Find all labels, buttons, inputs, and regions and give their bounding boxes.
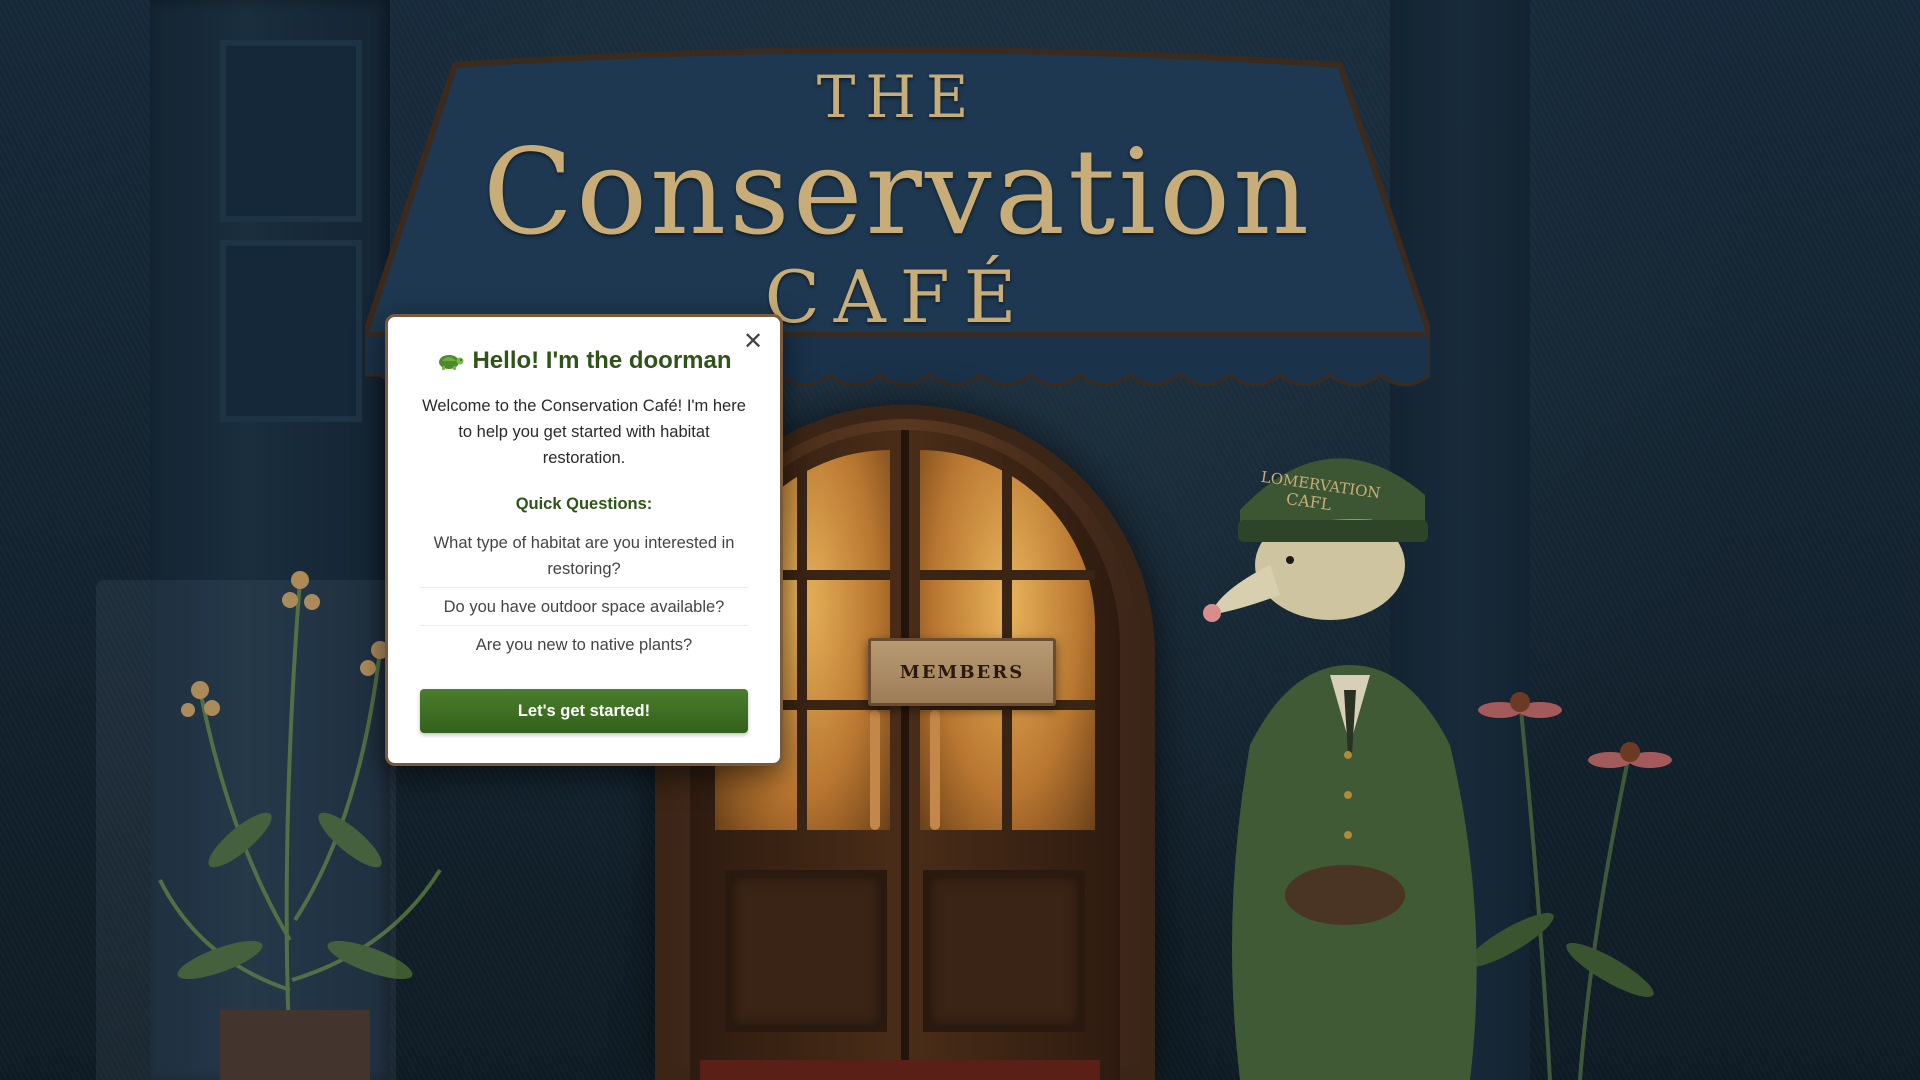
cafe-sign: THE Conservation CAFÉ xyxy=(365,62,1430,342)
sign-line-the: THE xyxy=(816,63,979,131)
frosted-panel xyxy=(96,580,396,1080)
get-started-button[interactable]: Let's get started! xyxy=(420,689,748,733)
quick-questions-heading: Quick Questions: xyxy=(515,495,653,513)
building-window xyxy=(220,40,362,222)
quick-question[interactable]: Do you have outdoor space available? xyxy=(420,588,748,626)
door-handle xyxy=(870,710,880,830)
door-mullion xyxy=(920,570,1095,580)
quick-questions-list: What type of habitat are you interested … xyxy=(420,524,748,663)
dialog-intro: Welcome to the Conservation Café! I'm he… xyxy=(422,397,746,467)
cafe-entrance-scene: THE Conservation CAFÉ MEMBERS LOMERVATIO… xyxy=(0,0,1920,1080)
doorman-welcome-dialog: ✕ Hello! I'm the doorman Welcome to the … xyxy=(385,314,783,766)
dialog-title-text: Hello! I'm the doorman xyxy=(472,347,732,374)
building-window xyxy=(220,240,362,422)
close-icon[interactable]: ✕ xyxy=(740,329,766,355)
sign-line-conservation: Conservation xyxy=(482,123,1313,261)
door-panel xyxy=(725,870,887,1032)
opossum-doorman: LOMERVATION CAFL xyxy=(1203,458,1477,1080)
dialog-title: Hello! I'm the doorman xyxy=(420,347,748,375)
quick-question[interactable]: Are you new to native plants? xyxy=(420,626,748,663)
door-panel xyxy=(923,870,1085,1032)
door-handle xyxy=(930,710,940,830)
door-split xyxy=(901,430,909,1080)
entrance-rug xyxy=(700,1060,1100,1080)
members-plaque[interactable]: MEMBERS xyxy=(868,638,1056,706)
door-mullion xyxy=(797,450,807,830)
quick-question[interactable]: What type of habitat are you interested … xyxy=(420,524,748,588)
turtle-icon xyxy=(439,355,464,370)
